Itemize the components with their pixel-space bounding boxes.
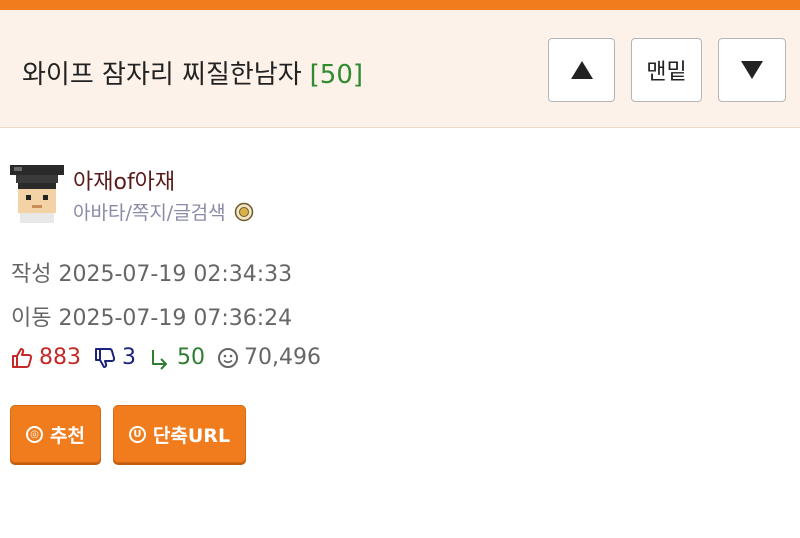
- thumbs-up-icon: [12, 347, 33, 368]
- recommend-button[interactable]: ◎ 추천: [10, 405, 101, 463]
- scroll-bottom-label: 맨밑: [646, 60, 687, 85]
- view-count: 70,496: [244, 345, 321, 370]
- short-url-button[interactable]: U 단축URL: [113, 405, 246, 463]
- post-title-text: 와이프 잠자리 찌질한남자: [22, 60, 302, 90]
- triangle-down-icon: [741, 61, 763, 79]
- top-accent-bar: [0, 0, 800, 10]
- dislike-stat: 3: [93, 345, 136, 370]
- url-circle-icon: U: [128, 425, 146, 443]
- author-nickname[interactable]: 아재of아재: [73, 164, 175, 196]
- triangle-up-icon: [570, 61, 593, 79]
- like-stat: 883: [10, 345, 81, 370]
- short-url-label: 단축URL: [152, 424, 231, 447]
- written-date: 작성 2025-07-19 02:34:33: [11, 262, 293, 287]
- scroll-top-button[interactable]: [548, 38, 615, 102]
- author-links: 아바타/쪽지/글검색: [73, 198, 254, 225]
- reply-stat: 50: [148, 345, 205, 370]
- moved-date: 이동 2025-07-19 07:36:24: [11, 306, 293, 331]
- comment-count[interactable]: [50]: [310, 60, 363, 90]
- scroll-bottom-button[interactable]: 맨밑: [631, 38, 702, 102]
- post-header: 와이프 잠자리 찌질한남자 [50] 맨밑: [0, 10, 800, 128]
- medal-icon: [234, 202, 253, 221]
- author-links-text[interactable]: 아바타/쪽지/글검색: [73, 198, 226, 225]
- smiley-view-icon: [218, 347, 238, 368]
- thumbs-down-icon: [95, 347, 116, 368]
- dislike-count: 3: [122, 345, 136, 370]
- post-title: 와이프 잠자리 찌질한남자 [50]: [22, 54, 363, 91]
- recommend-label: 추천: [50, 424, 85, 447]
- pixel-avatar-icon[interactable]: [10, 165, 64, 223]
- reply-arrow-icon: [152, 349, 167, 370]
- view-stat: 70,496: [217, 345, 321, 370]
- reply-count: 50: [177, 345, 205, 370]
- post-stats: 883 3 50 70,496: [10, 345, 333, 370]
- recommend-circle-icon: ◎: [26, 425, 44, 443]
- next-button[interactable]: [718, 38, 786, 102]
- like-count: 883: [39, 345, 81, 370]
